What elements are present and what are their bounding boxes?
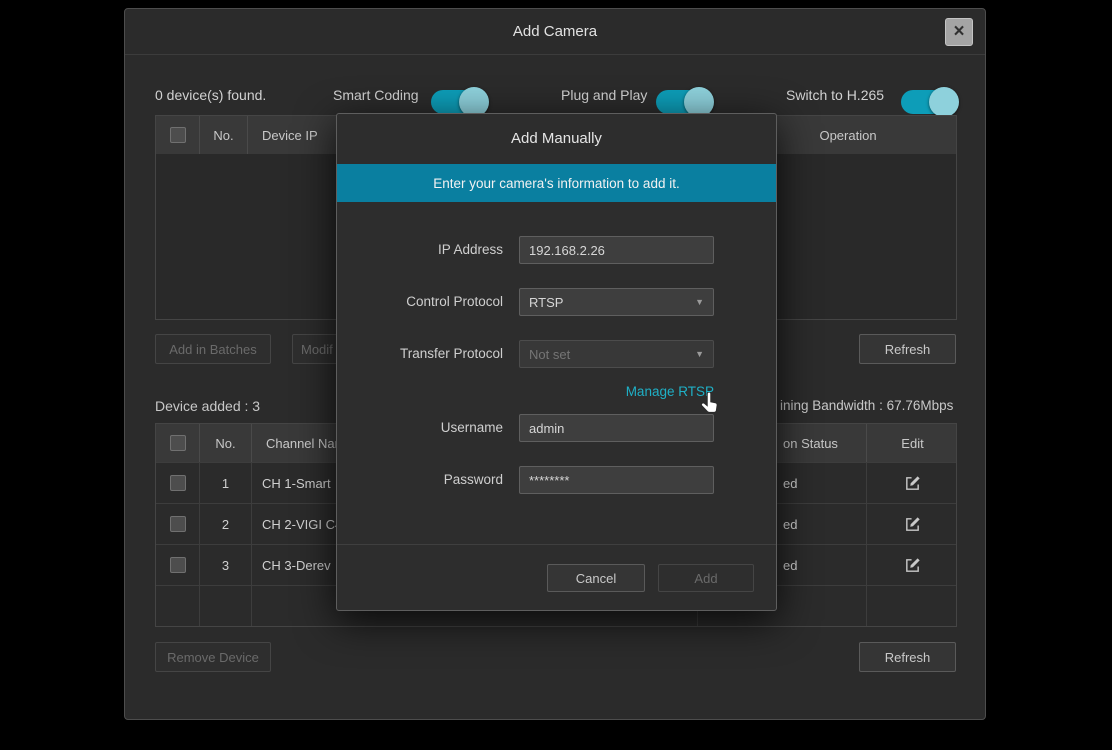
control-protocol-select[interactable]: RTSP ▼ <box>519 288 714 316</box>
edit-button[interactable] <box>904 557 921 574</box>
header-no: No. <box>200 116 248 154</box>
password-input[interactable] <box>519 466 714 494</box>
header-checkbox-cell <box>156 424 200 462</box>
smart-coding-toggle[interactable] <box>431 87 489 117</box>
plug-and-play-label: Plug and Play <box>561 87 648 103</box>
ip-address-label: IP Address <box>437 242 503 257</box>
remove-device-button[interactable]: Remove Device <box>155 642 271 672</box>
edit-pencil-icon <box>906 475 920 490</box>
ip-address-input[interactable] <box>519 236 714 264</box>
row-checkbox[interactable] <box>169 475 186 491</box>
screen: Add Camera × 0 device(s) found. Smart Co… <box>0 0 1112 750</box>
control-protocol-value: RTSP <box>529 294 564 310</box>
select-all-added-checkbox[interactable] <box>169 435 186 451</box>
plug-and-play-toggle[interactable] <box>656 87 714 117</box>
switch-h265-toggle[interactable] <box>901 87 959 117</box>
modal-divider <box>337 544 776 545</box>
chevron-down-icon: ▼ <box>695 349 704 359</box>
device-added-count: Device added : 3 <box>155 398 261 414</box>
transfer-protocol-label: Transfer Protocol <box>399 346 503 361</box>
edit-button[interactable] <box>904 475 921 492</box>
smart-coding-label: Smart Coding <box>333 87 419 103</box>
row-checkbox[interactable] <box>169 557 186 573</box>
devices-found-text: 0 device(s) found. <box>155 87 267 103</box>
header-edit: Edit <box>901 435 924 451</box>
select-all-checkbox[interactable] <box>169 127 186 143</box>
close-icon: × <box>953 21 965 42</box>
row-no: 1 <box>200 463 252 503</box>
transfer-protocol-value: Not set <box>529 346 571 362</box>
header-no: No. <box>200 424 252 462</box>
password-label: Password <box>443 472 503 487</box>
edit-pencil-icon <box>906 516 920 531</box>
switch-h265-label: Switch to H.265 <box>786 87 885 103</box>
modal-title: Add Manually <box>511 130 602 147</box>
refresh-discovered-button[interactable]: Refresh <box>859 334 956 364</box>
username-input[interactable] <box>519 414 714 442</box>
mouse-cursor-icon <box>700 392 718 413</box>
dialog-title: Add Camera <box>512 23 598 40</box>
modal-banner: Enter your camera's information to add i… <box>337 164 776 202</box>
add-in-batches-button[interactable]: Add in Batches <box>155 334 271 364</box>
add-manually-modal: Add Manually Enter your camera's informa… <box>336 113 777 611</box>
row-no: 2 <box>200 504 252 544</box>
add-button[interactable]: Add <box>658 564 754 592</box>
dialog-titlebar: Add Camera × <box>125 9 985 55</box>
edit-button[interactable] <box>904 516 921 533</box>
row-checkbox[interactable] <box>169 516 186 532</box>
row-no: 3 <box>200 545 252 585</box>
username-label: Username <box>440 420 503 435</box>
manage-rtsp-link[interactable]: Manage RTSP <box>519 384 714 399</box>
transfer-protocol-select[interactable]: Not set ▼ <box>519 340 714 368</box>
control-protocol-label: Control Protocol <box>406 294 503 309</box>
cancel-button[interactable]: Cancel <box>547 564 645 592</box>
chevron-down-icon: ▼ <box>695 297 704 307</box>
close-button[interactable]: × <box>945 18 973 46</box>
header-checkbox-cell <box>156 116 200 154</box>
remaining-bandwidth-text: ining Bandwidth : 67.76Mbps <box>780 398 954 413</box>
refresh-added-button[interactable]: Refresh <box>859 642 956 672</box>
toggle-knob <box>929 87 959 117</box>
edit-pencil-icon <box>906 557 920 572</box>
